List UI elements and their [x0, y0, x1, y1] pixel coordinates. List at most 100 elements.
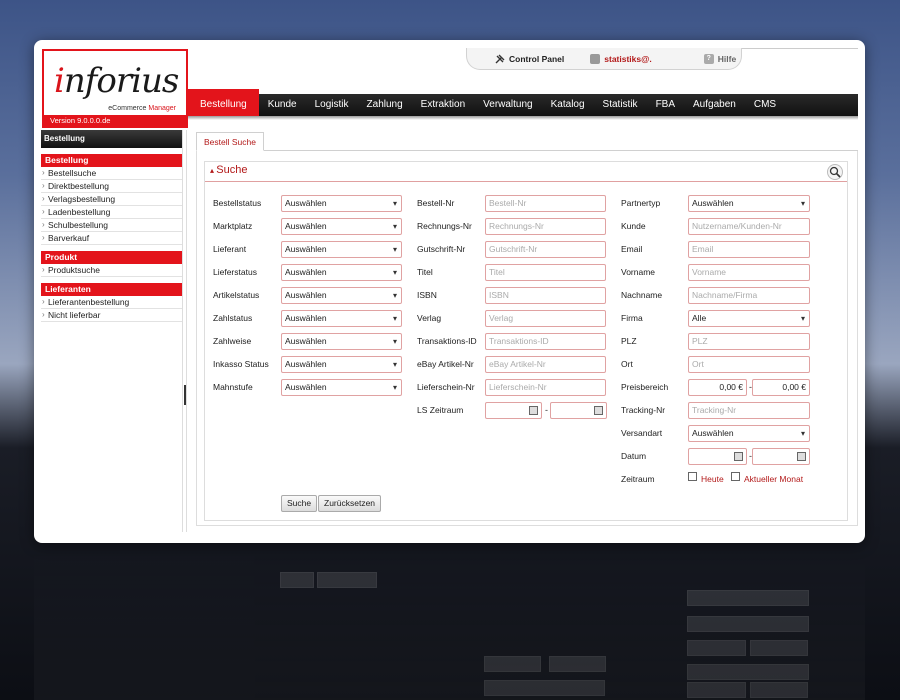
sidebar-item-bestellsuche[interactable]: Bestellsuche [41, 167, 182, 180]
ls-date-to[interactable] [550, 402, 607, 419]
sidebar-section-produkt[interactable]: Produkt [41, 251, 182, 264]
reset-button[interactable]: Zurücksetzen [318, 495, 382, 512]
input-nachname[interactable]: Nachname/Firma [688, 287, 810, 304]
sidebar-item-produktsuche[interactable]: Produktsuche [41, 264, 182, 277]
control-panel-link[interactable]: Control Panel [495, 54, 564, 64]
calendar-icon[interactable] [529, 406, 538, 415]
label-verlag: Verlag [417, 313, 442, 323]
label-preisbereich: Preisbereich [621, 382, 669, 392]
select-marktplatz[interactable]: Auswählen [281, 218, 402, 235]
sidebar-item-verlagsbestellung[interactable]: Verlagsbestellung [41, 193, 182, 206]
label-partnertyp: Partnertyp [621, 198, 661, 208]
select-partnertyp[interactable]: Auswählen [688, 195, 810, 212]
help-icon: ? [703, 53, 714, 64]
input-verlag[interactable]: Verlag [485, 310, 606, 327]
input-vorname[interactable]: Vorname [688, 264, 810, 281]
label-lieferant: Lieferant [213, 244, 247, 254]
select-mahnstufe[interactable]: Auswählen [281, 379, 402, 396]
sidebar-item-barverkauf[interactable]: Barverkauf [41, 232, 182, 245]
reflection-field [687, 664, 809, 680]
nav-zahlung[interactable]: Zahlung [358, 94, 412, 116]
sidebar-item-direktbestellung[interactable]: Direktbestellung [41, 180, 182, 193]
nav-statistik[interactable]: Statistik [594, 94, 647, 116]
input-ebay-artikel-nr[interactable]: eBay Artikel-Nr [485, 356, 606, 373]
input-titel[interactable]: Titel [485, 264, 606, 281]
select-artikelstatus[interactable]: Auswählen [281, 287, 402, 304]
reflection-field [280, 572, 314, 588]
datum-to[interactable] [752, 448, 810, 465]
sidebar-header: Bestellung [41, 130, 182, 148]
reflection-field [549, 656, 606, 672]
inforius-logo[interactable]: inforius eCommerce Manager Version 9.0.0… [42, 49, 188, 128]
reflection-field [484, 680, 605, 696]
label-versandart: Versandart [621, 428, 663, 438]
select-lieferstatus[interactable]: Auswählen [281, 264, 402, 281]
calendar-icon[interactable] [594, 406, 603, 415]
input-rechnungs-nr[interactable]: Rechnungs-Nr [485, 218, 606, 235]
nav-bestellung[interactable]: Bestellung [188, 89, 259, 116]
reflection-field [687, 640, 746, 656]
sidebar-item-schulbestellung[interactable]: Schulbestellung [41, 219, 182, 232]
user-menu[interactable]: statistiks@. [590, 53, 652, 64]
magnifier-icon[interactable] [827, 164, 843, 180]
input-ort[interactable]: Ort [688, 356, 810, 373]
label-lieferschein-nr: Lieferschein-Nr [417, 382, 475, 392]
input-gutschrift-nr[interactable]: Gutschrift-Nr [485, 241, 606, 258]
label-heute: Heute [701, 474, 724, 484]
input-email[interactable]: Email [688, 241, 810, 258]
label-zeitraum: Zeitraum [621, 474, 655, 484]
sidebar-item-nicht-lieferbar[interactable]: Nicht lieferbar [41, 309, 182, 322]
datum-from[interactable] [688, 448, 747, 465]
select-lieferant[interactable]: Auswählen [281, 241, 402, 258]
reflection-field [750, 640, 808, 656]
version-label: Version 9.0.0.0.de [50, 116, 111, 125]
select-bestellstatus[interactable]: Auswählen [281, 195, 402, 212]
input-plz[interactable]: PLZ [688, 333, 810, 350]
ls-date-from[interactable] [485, 402, 542, 419]
tab-bestell-suche[interactable]: Bestell Suche [196, 132, 264, 151]
logo-tagline: eCommerce Manager [108, 105, 176, 112]
sidebar-section-bestellung[interactable]: Bestellung [41, 154, 182, 167]
label-mahnstufe: Mahnstufe [213, 382, 253, 392]
checkbox-heute[interactable] [688, 472, 697, 481]
nav-kunde[interactable]: Kunde [259, 94, 306, 116]
search-header[interactable]: Suche [205, 162, 847, 182]
nav-aufgaben[interactable]: Aufgaben [684, 94, 745, 116]
nav-katalog[interactable]: Katalog [542, 94, 594, 116]
calendar-icon[interactable] [797, 452, 806, 461]
select-firma[interactable]: Alle [688, 310, 810, 327]
sidebar-item-ladenbestellung[interactable]: Ladenbestellung [41, 206, 182, 219]
checkbox-aktueller-monat[interactable] [731, 472, 740, 481]
input-tracking-nr[interactable]: Tracking-Nr [688, 402, 810, 419]
reflection-field [687, 590, 809, 606]
sidebar-divider [182, 130, 187, 532]
calendar-icon[interactable] [734, 452, 743, 461]
sidebar-section-lieferanten[interactable]: Lieferanten [41, 283, 182, 296]
label-kunde: Kunde [621, 221, 646, 231]
label-plz: PLZ [621, 336, 637, 346]
sidebar-item-lieferantenbestellung[interactable]: Lieferantenbestellung [41, 296, 182, 309]
select-zahlweise[interactable]: Auswählen [281, 333, 402, 350]
label-ort: Ort [621, 359, 633, 369]
sidebar-collapse-handle[interactable] [184, 385, 186, 405]
input-transaktions-id[interactable]: Transaktions-ID [485, 333, 606, 350]
nav-cms[interactable]: CMS [745, 94, 785, 116]
search-button[interactable]: Suche [281, 495, 318, 512]
select-versandart[interactable]: Auswählen [688, 425, 810, 442]
label-lieferstatus: Lieferstatus [213, 267, 257, 277]
nav-verwaltung[interactable]: Verwaltung [474, 94, 541, 116]
input-kunde[interactable]: Nutzername/Kunden-Nr [688, 218, 810, 235]
label-ebay-artikel-nr: eBay Artikel-Nr [417, 359, 474, 369]
input-price-to[interactable]: 0,00 € [752, 379, 810, 396]
help-link[interactable]: ? Hilfe [703, 53, 736, 64]
user-icon [590, 53, 601, 64]
input-lieferschein-nr[interactable]: Lieferschein-Nr [485, 379, 606, 396]
nav-logistik[interactable]: Logistik [306, 94, 358, 116]
input-price-from[interactable]: 0,00 € [688, 379, 747, 396]
select-inkasso-status[interactable]: Auswählen [281, 356, 402, 373]
input-bestell-nr[interactable]: Bestell-Nr [485, 195, 606, 212]
select-zahlstatus[interactable]: Auswählen [281, 310, 402, 327]
nav-fba[interactable]: FBA [647, 94, 684, 116]
nav-extraktion[interactable]: Extraktion [412, 94, 474, 116]
input-isbn[interactable]: ISBN [485, 287, 606, 304]
